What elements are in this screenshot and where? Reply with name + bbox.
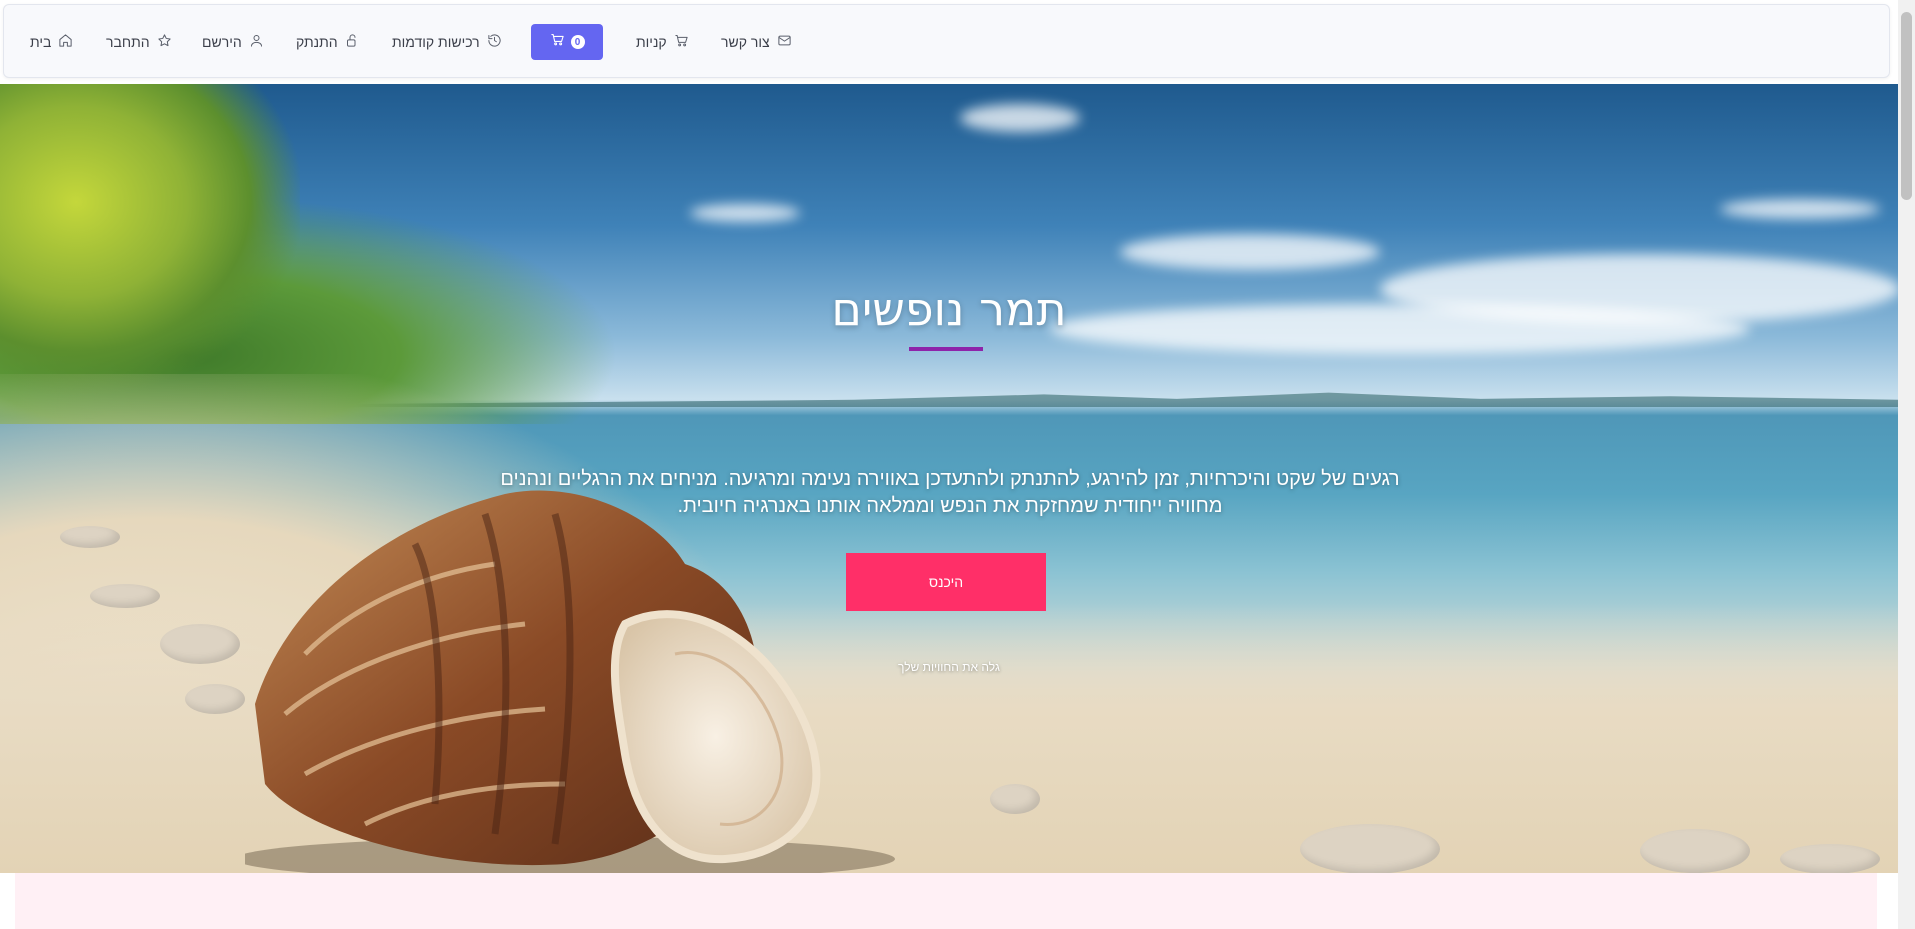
nav-register-label: הירשם <box>202 34 242 50</box>
hero-description: רגעים של שקט והיכרחיות, זמן להירגע, להתנ… <box>500 468 1400 517</box>
nav-register[interactable]: הירשם <box>202 5 264 79</box>
shopping-cart-icon <box>674 33 689 51</box>
page-scrollbar[interactable] <box>1898 0 1915 929</box>
star-icon <box>157 33 172 51</box>
discover-text[interactable]: גלה את החוויות שלך <box>0 660 1898 674</box>
nav-logout-label: התנתק <box>296 34 338 50</box>
pebble <box>990 784 1040 814</box>
nav-shopping-label: קניות <box>636 34 667 50</box>
pebble <box>1300 824 1440 873</box>
enter-button[interactable]: היכנס <box>846 553 1046 611</box>
nav-home[interactable]: בית <box>30 5 73 79</box>
nav-contact[interactable]: צור קשר <box>721 5 792 79</box>
nav-contact-label: צור קשר <box>721 34 770 50</box>
seashell-image <box>245 490 895 873</box>
nav-shopping[interactable]: קניות <box>636 5 689 79</box>
cart-count-badge: 0 <box>570 35 585 49</box>
cart-icon <box>550 32 565 52</box>
nav-previous-purchases[interactable]: רכישות קודמות <box>392 5 502 79</box>
palm-leaves <box>0 84 300 394</box>
cloud <box>690 204 800 222</box>
home-icon <box>58 33 73 51</box>
pebble <box>160 624 240 664</box>
history-icon <box>487 33 502 51</box>
cart-button[interactable]: 0 <box>531 24 603 60</box>
nav-login-label: התחבר <box>106 34 150 50</box>
pebble <box>1640 829 1750 873</box>
next-section <box>15 873 1877 929</box>
top-navbar: בית התחבר הירשם התנתק רכישות קודמות 0 קנ… <box>3 4 1890 78</box>
cloud <box>1720 199 1880 219</box>
user-icon <box>249 33 264 51</box>
hero-title: תמר נופשים <box>831 282 1067 336</box>
cloud <box>1120 234 1380 270</box>
nav-previous-purchases-label: רכישות קודמות <box>392 34 480 50</box>
pebble <box>185 684 245 714</box>
nav-logout[interactable]: התנתק <box>296 5 360 79</box>
scrollbar-thumb[interactable] <box>1901 12 1912 200</box>
mail-icon <box>777 33 792 51</box>
title-underline <box>909 347 983 351</box>
unlock-icon <box>345 33 360 51</box>
cloud <box>960 104 1080 132</box>
nav-home-label: בית <box>30 34 52 50</box>
nav-login[interactable]: התחבר <box>106 5 172 79</box>
pebble <box>1780 844 1880 873</box>
hero-section: תמר נופשים רגעים של שקט והיכרחיות, זמן ל… <box>0 84 1898 873</box>
pebble <box>90 584 160 608</box>
pebble <box>60 526 120 548</box>
